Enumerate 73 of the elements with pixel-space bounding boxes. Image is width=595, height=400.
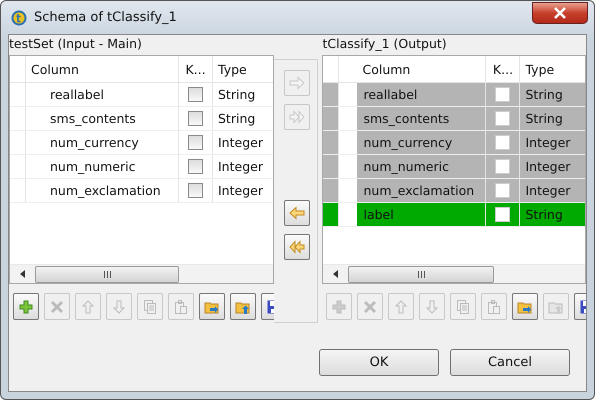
import-button[interactable]: [199, 293, 225, 320]
arrow-left-button[interactable]: [284, 200, 310, 226]
double-arrow-left-icon: [288, 240, 306, 254]
key-checkbox[interactable]: [495, 111, 510, 126]
documents-icon: [142, 298, 158, 314]
table-cell: num_currency: [26, 131, 179, 154]
export-button[interactable]: [230, 293, 256, 320]
column-header[interactable]: Type: [520, 56, 585, 82]
cross-icon: [362, 298, 378, 314]
table-cell-text: Integer: [217, 134, 264, 152]
key-checkbox[interactable]: [495, 207, 510, 222]
table-cell: reallabel: [357, 83, 486, 106]
app-logo-icon: [11, 10, 27, 26]
panel-title: testSet (Input - Main): [9, 35, 143, 53]
scroll-left-arrow-icon[interactable]: [20, 270, 25, 278]
table-cell: sms_contents: [26, 107, 179, 130]
clipboard-icon: [173, 298, 189, 314]
arrow-right-icon: [288, 76, 306, 90]
arrow-left-icon: [288, 206, 306, 220]
key-checkbox[interactable]: [188, 135, 203, 150]
double-arrow-left-button[interactable]: [284, 234, 310, 260]
column-header[interactable]: K...: [486, 56, 520, 82]
table-cell-text: Integer: [217, 158, 264, 176]
add-button[interactable]: [13, 293, 39, 320]
cross-icon: [49, 298, 65, 314]
clipboard-icon: [486, 298, 502, 314]
table-cell: String: [520, 83, 585, 106]
table-cell: sms_contents: [357, 107, 486, 130]
arrow-down-icon: [111, 298, 127, 314]
key-checkbox[interactable]: [495, 183, 510, 198]
table-cell: num_numeric: [26, 155, 179, 178]
table-cell: reallabel: [26, 83, 179, 106]
table-cell: label: [357, 203, 486, 226]
column-header[interactable]: Type: [213, 56, 274, 82]
key-checkbox[interactable]: [495, 87, 510, 102]
table-cell: Integer: [520, 155, 585, 178]
scroll-left-arrow-icon[interactable]: [333, 270, 338, 278]
close-button[interactable]: [532, 2, 588, 24]
table-cell: num_currency: [357, 131, 486, 154]
column-header[interactable]: K...: [179, 56, 213, 82]
key-checkbox[interactable]: [188, 87, 203, 102]
table-cell: num_numeric: [357, 155, 486, 178]
panel-title: tClassify_1 (Output): [322, 35, 448, 53]
column-header[interactable]: Column: [357, 56, 486, 82]
window-title: Schema of tClassify_1: [34, 10, 177, 25]
table-cell: String: [520, 107, 585, 130]
table-cell: Integer: [520, 131, 585, 154]
table-cell-text: String: [217, 110, 256, 128]
table-cell: String: [520, 203, 585, 226]
table-cell: num_exclamation: [357, 179, 486, 202]
arrow-down-icon: [424, 298, 440, 314]
horizontal-scrollbar[interactable]: [10, 264, 274, 283]
table-cell-text: String: [217, 86, 256, 104]
column-header[interactable]: Column: [26, 56, 179, 82]
cancel-button[interactable]: Cancel: [450, 349, 570, 376]
key-checkbox[interactable]: [188, 159, 203, 174]
plus-icon: [18, 298, 34, 314]
arrow-up-icon: [393, 298, 410, 314]
key-checkbox[interactable]: [495, 159, 510, 174]
key-checkbox[interactable]: [188, 183, 203, 198]
key-checkbox[interactable]: [188, 111, 203, 126]
key-checkbox[interactable]: [495, 135, 510, 150]
documents-icon: [455, 298, 472, 314]
double-arrow-right-icon: [288, 110, 306, 124]
ok-button[interactable]: OK: [319, 349, 439, 376]
import-button[interactable]: [512, 293, 538, 320]
table-cell-text: Integer: [217, 182, 264, 200]
plus-icon: [331, 298, 348, 314]
table-cell: num_exclamation: [26, 179, 179, 202]
horizontal-scrollbar[interactable]: [323, 264, 585, 283]
close-icon: [553, 6, 567, 18]
arrow-up-icon: [80, 298, 96, 314]
table-cell: Integer: [520, 179, 585, 202]
